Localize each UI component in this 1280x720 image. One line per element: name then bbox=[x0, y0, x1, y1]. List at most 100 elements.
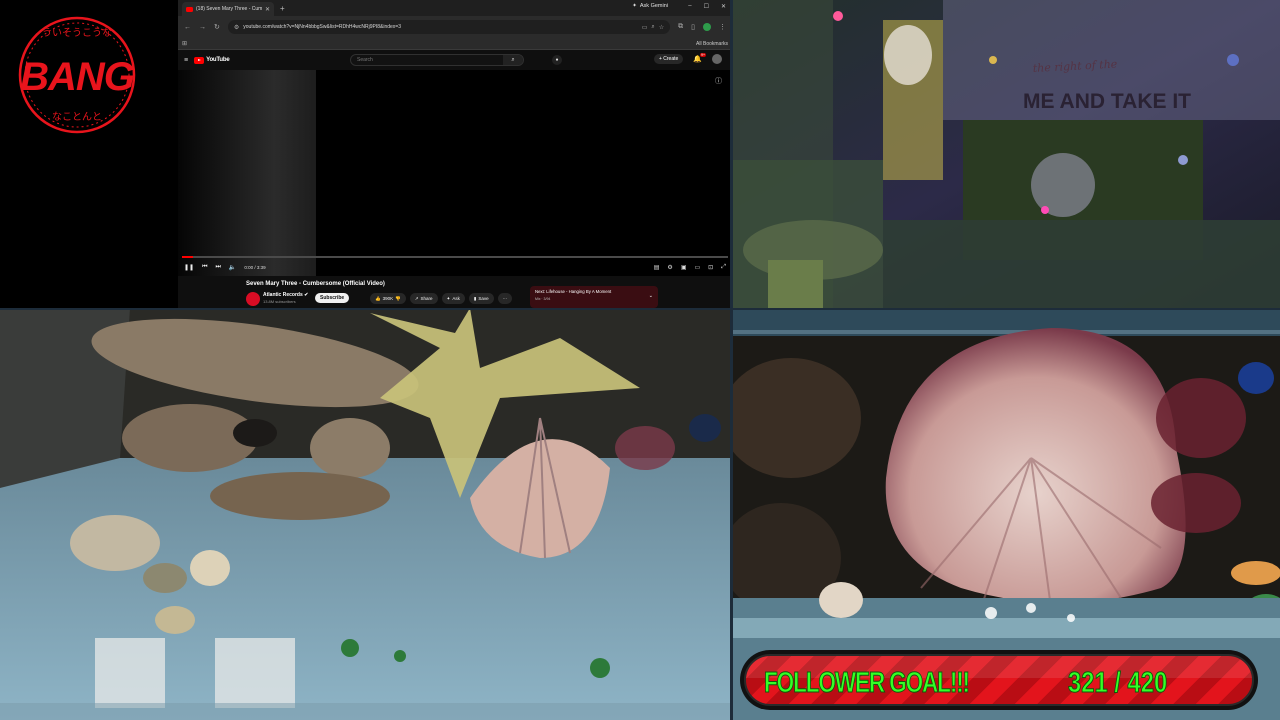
progress-played bbox=[182, 256, 193, 258]
verified-icon: ✔ bbox=[304, 292, 309, 298]
notifications-bell-icon[interactable]: 🔔 9+ bbox=[693, 53, 706, 63]
forward-arrow-icon[interactable]: → bbox=[199, 24, 206, 31]
back-arrow-icon[interactable]: ← bbox=[184, 24, 191, 31]
player-controls: ❚❚ ⏮ ⏭ 🔈 0:00 / 3:39 ▤ ⚙ ▣ ▭ ⊡ ⤢ bbox=[178, 262, 732, 272]
save-label: Save bbox=[478, 296, 489, 301]
tab-title: (18) Seven Mary Three - Cumb bbox=[196, 6, 262, 12]
up-next-card[interactable]: Next: Lifehouse - Hanging By A Moment Mi… bbox=[530, 286, 658, 308]
youtube-favicon-icon bbox=[186, 6, 193, 12]
youtube-search: Search ⌕ bbox=[350, 54, 524, 66]
thumbs-down-icon[interactable]: 👎 bbox=[395, 296, 401, 302]
youtube-header: ≡ YouTube Search ⌕ ● + Create 🔔 9+ bbox=[178, 50, 732, 70]
youtube-header-actions: + Create 🔔 9+ bbox=[653, 53, 722, 64]
toolbar: ← → ↻ ⚙ youtube.com/watch?v=NjNn4bbbgSw&… bbox=[178, 16, 732, 38]
logo-ring-text-top: ういそうこうな bbox=[42, 27, 112, 39]
channel-name[interactable]: Atlantic Records ✔ bbox=[263, 292, 308, 298]
share-button[interactable]: ↗ Share bbox=[409, 293, 438, 304]
youtube-logo[interactable]: YouTube bbox=[194, 56, 230, 64]
theater-mode-icon[interactable]: ▭ bbox=[694, 264, 700, 271]
room-sign: ME AND TAKE IT bbox=[1023, 90, 1191, 113]
search-icon[interactable]: ⌕ bbox=[503, 55, 523, 65]
youtube-play-icon bbox=[194, 56, 205, 64]
logo-text: BANG bbox=[20, 55, 134, 99]
video-time: 0:00 / 3:39 bbox=[244, 264, 266, 270]
miniplayer-icon[interactable]: ▣ bbox=[681, 264, 687, 271]
progress-bar[interactable] bbox=[182, 256, 728, 258]
horizontal-divider bbox=[0, 308, 1280, 310]
follower-goal-label: FOLLOWER GOAL!!! bbox=[764, 667, 971, 700]
window-controls: – ☐ ✕ bbox=[688, 3, 726, 10]
logo-ring-text-bottom: なことんと bbox=[52, 111, 102, 123]
address-bar[interactable]: ⚙ youtube.com/watch?v=NjNn4bbbgSw&list=R… bbox=[227, 20, 671, 34]
chevron-down-icon[interactable]: ⌄ bbox=[649, 293, 653, 299]
channel-subscribers: 13.8M subscribers bbox=[263, 299, 296, 304]
ask-gemini-button[interactable]: ✦ Ask Gemini bbox=[632, 3, 668, 9]
search-input[interactable]: Search bbox=[351, 57, 503, 63]
sparkle-icon: ✦ bbox=[446, 295, 451, 301]
create-button[interactable]: + Create bbox=[653, 54, 684, 64]
cast-icon[interactable]: ▭ bbox=[642, 24, 648, 31]
volume-icon[interactable]: 🔈 bbox=[229, 264, 236, 271]
channel-avatar[interactable] bbox=[246, 292, 260, 306]
info-icon[interactable]: ⓘ bbox=[715, 76, 722, 86]
site-info-icon[interactable]: ⚙ bbox=[234, 24, 239, 31]
ask-button[interactable]: ✦ Ask bbox=[441, 293, 465, 304]
captions-icon[interactable]: ▤ bbox=[654, 264, 660, 271]
left-tank-camera-feed bbox=[0, 308, 730, 720]
up-next-title: Next: Lifehouse - Hanging By A Moment bbox=[535, 289, 612, 294]
new-tab-button[interactable]: + bbox=[280, 4, 285, 13]
room-camera-feed: the right of the ME AND TAKE IT bbox=[733, 0, 1280, 308]
fullscreen-icon[interactable]: ⤢ bbox=[721, 264, 726, 271]
up-next-subtitle: Mix · 3/94 bbox=[535, 297, 551, 301]
sidebar-icon[interactable]: ▯ bbox=[691, 23, 695, 31]
video-player[interactable]: ⓘ ❚❚ ⏮ ⏭ 🔈 0:00 / 3:39 ▤ ⚙ ▣ ▭ ⊡ ⤢ bbox=[178, 70, 732, 276]
tab-bar: (18) Seven Mary Three - Cumb ✕ + ✦ Ask G… bbox=[178, 0, 732, 16]
reload-icon[interactable]: ↻ bbox=[214, 23, 220, 31]
profile-icon[interactable] bbox=[703, 23, 711, 31]
gemini-label: Ask Gemini bbox=[639, 3, 668, 9]
like-button[interactable]: 👍 390K 👎 bbox=[370, 293, 406, 304]
video-title: Seven Mary Three - Cumbersome (Official … bbox=[246, 281, 385, 287]
settings-gear-icon[interactable]: ⚙ bbox=[667, 264, 672, 271]
next-icon[interactable]: ⏭ bbox=[215, 264, 220, 271]
all-bookmarks-link[interactable]: All Bookmarks bbox=[696, 41, 728, 47]
browser-tab[interactable]: (18) Seven Mary Three - Cumb ✕ bbox=[182, 2, 274, 16]
more-actions-button[interactable]: ··· bbox=[497, 293, 513, 304]
cast-player-icon[interactable]: ⊡ bbox=[708, 264, 713, 271]
extensions-icon[interactable]: ⧉ bbox=[678, 23, 683, 31]
follower-goal-bar: FOLLOWER GOAL!!! 321 / 420 bbox=[744, 654, 1254, 706]
menu-icon[interactable]: ⋮ bbox=[719, 23, 726, 31]
ask-label: Ask bbox=[452, 296, 460, 301]
user-avatar[interactable] bbox=[712, 54, 722, 64]
follower-goal-widget: FOLLOWER GOAL!!! 321 / 420 bbox=[740, 650, 1258, 710]
bookmarks-bar: ⊞ All Bookmarks bbox=[178, 38, 732, 50]
browser-window: (18) Seven Mary Three - Cumb ✕ + ✦ Ask G… bbox=[178, 0, 732, 312]
gemini-icon: ✦ bbox=[632, 3, 637, 9]
channel-name-text: Atlantic Records bbox=[263, 292, 303, 298]
apps-grid-icon[interactable]: ⊞ bbox=[182, 40, 187, 47]
save-button[interactable]: ▮ Save bbox=[468, 293, 494, 304]
vertical-divider bbox=[730, 0, 733, 720]
minimize-icon[interactable]: – bbox=[688, 3, 691, 10]
video-actions: 👍 390K 👎 ↗ Share ✦ Ask ▮ Save ··· bbox=[370, 293, 513, 304]
subscribe-button[interactable]: Subscribe bbox=[315, 293, 350, 303]
close-window-icon[interactable]: ✕ bbox=[721, 3, 726, 10]
bookmark-icon: ▮ bbox=[473, 295, 477, 301]
share-label: Share bbox=[420, 296, 433, 301]
bang-logo: ういそうこうな BANG なことんと bbox=[12, 14, 142, 136]
video-frame bbox=[178, 70, 316, 276]
pause-icon[interactable]: ❚❚ bbox=[184, 264, 194, 271]
hamburger-menu-icon[interactable]: ≡ bbox=[184, 57, 188, 64]
zoom-icon[interactable]: ⌕ bbox=[651, 24, 654, 31]
previous-icon[interactable]: ⏮ bbox=[202, 264, 207, 271]
create-label: Create bbox=[663, 56, 679, 62]
microphone-icon[interactable]: ● bbox=[552, 55, 562, 65]
notification-badge: 9+ bbox=[700, 53, 706, 57]
follower-goal-count: 321 / 420 bbox=[1068, 667, 1168, 700]
share-icon: ↗ bbox=[414, 295, 419, 301]
stream-overlay: ういそうこうな BANG なことんと (18) Seven Mary Three… bbox=[0, 0, 1280, 720]
maximize-icon[interactable]: ☐ bbox=[704, 3, 709, 10]
star-icon[interactable]: ☆ bbox=[659, 24, 664, 31]
close-tab-icon[interactable]: ✕ bbox=[265, 6, 270, 13]
like-count: 390K bbox=[382, 296, 394, 301]
